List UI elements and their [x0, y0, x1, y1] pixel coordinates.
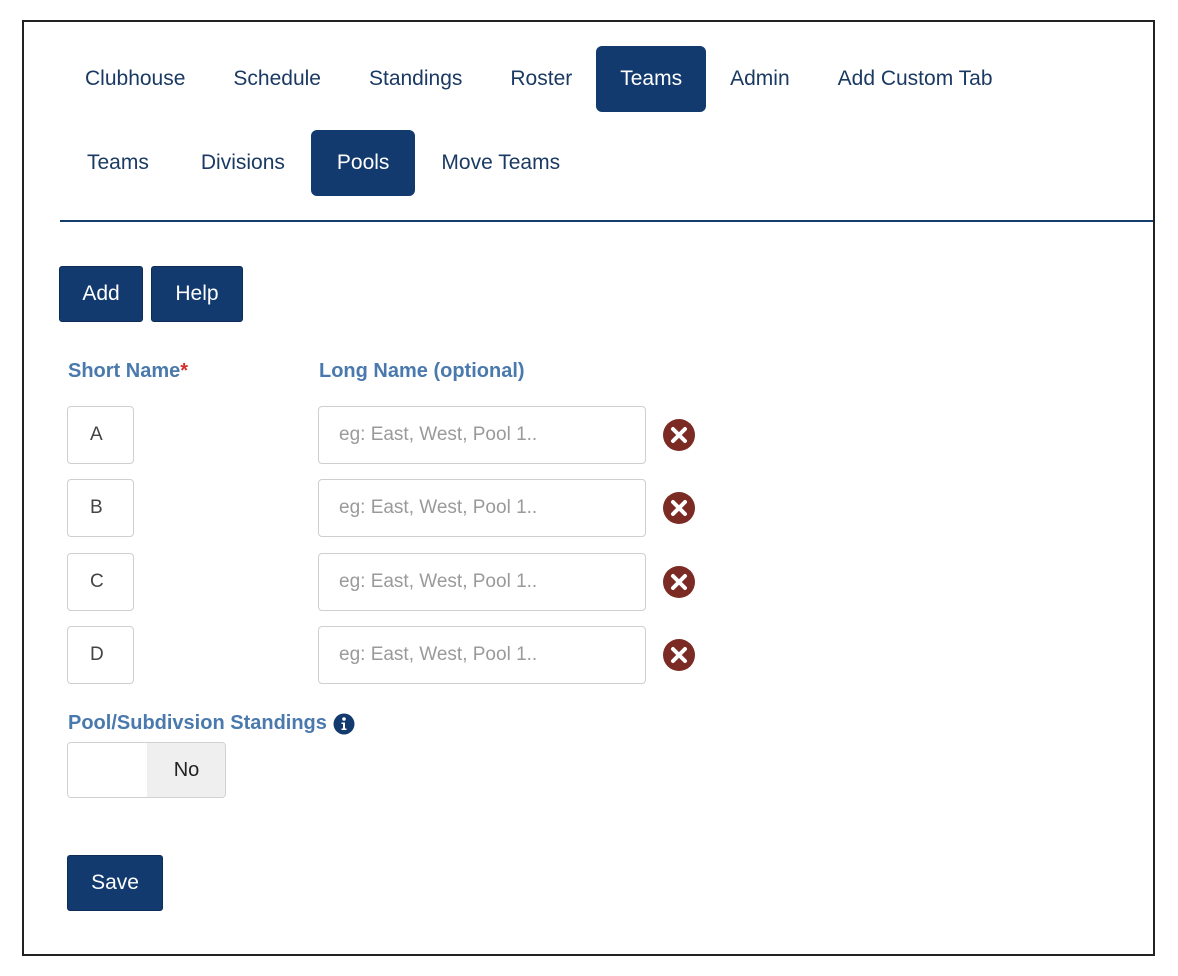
subtab-teams[interactable]: Teams: [61, 130, 175, 196]
standings-header: Pool/Subdivsion Standings: [68, 712, 355, 735]
tab-roster[interactable]: Roster: [486, 46, 596, 112]
pool-row: C: [24, 553, 724, 611]
add-button[interactable]: Add: [59, 266, 143, 322]
tab-teams[interactable]: Teams: [596, 46, 707, 112]
toggle-knob: [68, 743, 147, 797]
tab-add-custom-tab[interactable]: Add Custom Tab: [814, 46, 1017, 112]
required-asterisk: *: [180, 360, 189, 382]
tab-standings[interactable]: Standings: [345, 46, 486, 112]
toggle-value: No: [147, 743, 225, 797]
tab-schedule[interactable]: Schedule: [209, 46, 345, 112]
long-name-field[interactable]: [318, 553, 646, 611]
help-button[interactable]: Help: [151, 266, 243, 322]
long-name-field[interactable]: [318, 626, 646, 684]
nav-divider: [60, 220, 1153, 222]
short-name-label: Short Name: [68, 360, 181, 382]
remove-icon[interactable]: [662, 418, 696, 452]
standings-toggle[interactable]: No: [67, 742, 226, 798]
subtab-move-teams[interactable]: Move Teams: [415, 130, 586, 196]
short-name-field[interactable]: B: [67, 479, 134, 537]
pool-row: B: [24, 479, 724, 537]
short-name-header: Short Name*: [68, 360, 188, 383]
long-name-field[interactable]: [318, 479, 646, 537]
subtab-pools[interactable]: Pools: [310, 130, 416, 196]
tab-clubhouse[interactable]: Clubhouse: [61, 46, 209, 112]
tab-admin[interactable]: Admin: [706, 46, 814, 112]
save-button[interactable]: Save: [67, 855, 163, 911]
short-name-field[interactable]: D: [67, 626, 134, 684]
pool-row: A: [24, 406, 724, 464]
page-frame: Clubhouse Schedule Standings Roster Team…: [22, 20, 1155, 956]
remove-icon[interactable]: [662, 565, 696, 599]
info-circle-icon[interactable]: [333, 713, 355, 735]
main-tab-bar: Clubhouse Schedule Standings Roster Team…: [61, 46, 1017, 112]
short-name-field[interactable]: C: [67, 553, 134, 611]
pool-row: D: [24, 626, 724, 684]
subtab-divisions[interactable]: Divisions: [175, 130, 311, 196]
long-name-field[interactable]: [318, 406, 646, 464]
remove-icon[interactable]: [662, 638, 696, 672]
standings-label: Pool/Subdivsion Standings: [68, 712, 327, 734]
sub-tab-bar: Teams Divisions Pools Move Teams: [61, 130, 586, 196]
long-name-header: Long Name (optional): [319, 360, 525, 382]
remove-icon[interactable]: [662, 491, 696, 525]
short-name-field[interactable]: A: [67, 406, 134, 464]
